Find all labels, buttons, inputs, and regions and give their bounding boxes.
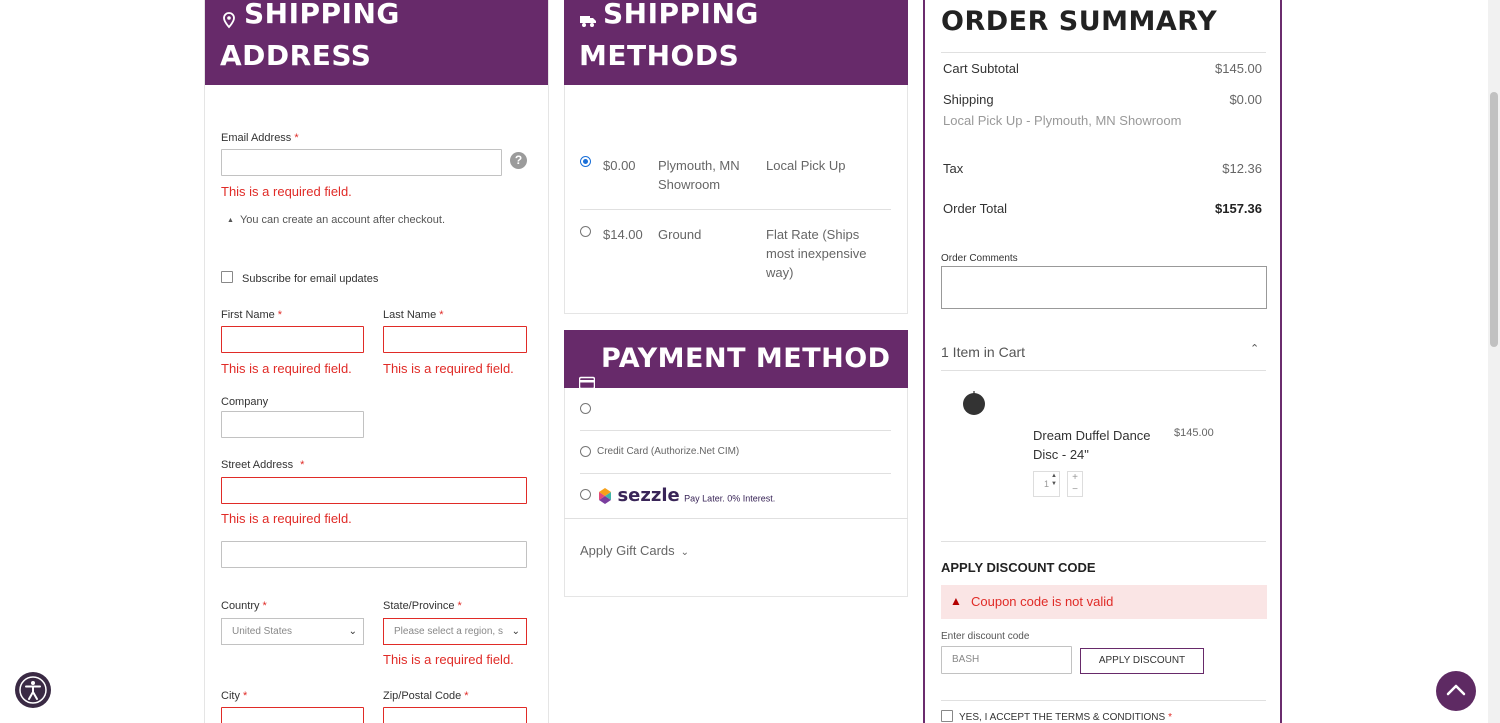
discount-title: APPLY DISCOUNT CODE: [941, 560, 1096, 575]
last-name-label: Last Name *: [383, 309, 444, 321]
last-name-field[interactable]: [383, 326, 527, 353]
quantity-stepper[interactable]: 1 ▲ ▼: [1033, 471, 1060, 497]
shipping-method-name: Plymouth, MN Showroom: [658, 158, 740, 192]
location-pin-icon: [220, 6, 238, 29]
discount-code-field[interactable]: BASH: [941, 646, 1072, 674]
warning-icon: ▲: [950, 594, 962, 608]
payment-radio-sezzle[interactable]: [580, 489, 591, 500]
shipping-methods-title-2: METHODS: [579, 39, 740, 72]
shipping-price: $14.00: [603, 227, 643, 242]
shipping-address-title-1: SHIPPING: [244, 0, 400, 30]
shipping-row: Shipping $0.00: [943, 92, 1262, 107]
divider: [580, 209, 891, 210]
shipping-address-title-2: ADDRESS: [220, 39, 372, 72]
account-hint: ▲ You can create an account after checkou…: [227, 214, 446, 226]
terms-label: YES, I ACCEPT THE TERMS & CONDITIONS *: [959, 712, 1173, 723]
divider: [580, 430, 891, 431]
state-label: State/Province *: [383, 600, 462, 612]
shipping-radio-pickup[interactable]: [580, 156, 591, 167]
state-error: This is a required field.: [383, 652, 514, 667]
street-error: This is a required field.: [221, 511, 352, 526]
state-select[interactable]: Please select a region, s ⌄: [383, 618, 527, 645]
last-name-error: This is a required field.: [383, 361, 514, 376]
shipping-radio-ground[interactable]: [580, 226, 591, 237]
divider: [941, 52, 1266, 53]
shipping-method-name: Ground: [658, 227, 702, 242]
street-label: Street Address *: [221, 459, 305, 471]
order-comments-field[interactable]: [941, 266, 1267, 309]
spinner-arrows-icon[interactable]: ▲ ▼: [1051, 472, 1057, 488]
street-line-2-field[interactable]: [221, 541, 527, 568]
shipping-price: $0.00: [603, 158, 636, 173]
subscribe-label: Subscribe for email updates: [242, 273, 379, 285]
country-select[interactable]: United States ⌄: [221, 618, 364, 645]
shipping-carrier: Flat Rate (Ships most inexpensive way): [766, 227, 867, 280]
product-thumbnail: [962, 390, 986, 421]
payment-method-title: PAYMENT METHOD: [601, 343, 891, 374]
truck-icon: [579, 6, 597, 27]
tax-row: Tax $12.36: [943, 161, 1262, 176]
first-name-field[interactable]: [221, 326, 364, 353]
zip-field[interactable]: [383, 707, 527, 723]
subscribe-checkbox[interactable]: [221, 271, 233, 283]
chevron-up-icon[interactable]: ⌃: [1250, 342, 1259, 355]
order-summary-panel: ORDER SUMMARY Cart Subtotal $145.00 Shipp…: [923, 0, 1282, 723]
divider: [564, 518, 908, 519]
divider: [941, 541, 1266, 542]
divider: [941, 370, 1266, 371]
payment-method-header: PAYMENT METHOD: [564, 330, 908, 389]
product-name: Dream Duffel Dance Disc - 24": [1033, 428, 1151, 462]
email-label: Email Address *: [221, 132, 299, 144]
order-comments-label: Order Comments: [941, 253, 1018, 264]
payment-radio-blank[interactable]: [580, 403, 591, 414]
credit-card-icon: [578, 353, 596, 389]
company-field[interactable]: [221, 411, 364, 438]
discount-error-alert: ▲ Coupon code is not valid: [941, 585, 1267, 619]
accessibility-icon: [19, 676, 47, 704]
quantity-plus-minus[interactable]: + −: [1067, 471, 1083, 497]
street-line-1-field[interactable]: [221, 477, 527, 504]
payment-radio-credit-card[interactable]: [580, 446, 591, 457]
chevron-up-icon: [1446, 684, 1466, 696]
shipping-methods-header: SHIPPING METHODS: [564, 0, 908, 85]
shipping-detail: Local Pick Up - Plymouth, MN Showroom: [943, 113, 1182, 128]
shipping-methods-panel: SHIPPING METHODS $0.00 Plymouth, MN Show…: [564, 0, 908, 597]
apply-gift-cards-toggle[interactable]: Apply Gift Cards ⌄: [580, 543, 689, 558]
shipping-methods-title-1: SHIPPING: [603, 0, 759, 30]
order-summary-title: ORDER SUMMARY: [941, 6, 1218, 37]
sezzle-icon: [599, 487, 611, 504]
email-field[interactable]: [221, 149, 502, 176]
shipping-address-panel: SHIPPING ADDRESS Email Address * ? This i…: [204, 0, 549, 723]
scroll-to-top-button[interactable]: [1436, 671, 1476, 711]
email-error: This is a required field.: [221, 184, 352, 199]
shipping-address-header: SHIPPING ADDRESS: [205, 0, 548, 85]
page-scrollbar[interactable]: [1488, 0, 1500, 723]
discount-input-label: Enter discount code: [941, 631, 1030, 642]
shipping-carrier: Local Pick Up: [766, 158, 846, 173]
city-field[interactable]: [221, 707, 364, 723]
first-name-error: This is a required field.: [221, 361, 352, 376]
accessibility-button[interactable]: [15, 672, 51, 708]
sezzle-logo: sezzle Pay Later. 0% Interest.: [597, 485, 775, 506]
divider: [941, 700, 1266, 701]
chevron-down-icon: ⌄: [680, 547, 690, 558]
help-icon[interactable]: ?: [510, 152, 527, 169]
chevron-down-icon: ⌄: [509, 619, 520, 644]
chevron-down-icon: ⌄: [348, 626, 357, 637]
cart-subtotal-row: Cart Subtotal $145.00: [943, 61, 1262, 76]
items-in-cart-toggle[interactable]: 1 Item in Cart: [941, 344, 1025, 360]
country-label: Country *: [221, 600, 267, 612]
zip-label: Zip/Postal Code *: [383, 690, 469, 702]
scrollbar-thumb[interactable]: [1490, 92, 1498, 347]
divider: [580, 473, 891, 474]
product-price: $145.00: [1174, 427, 1214, 439]
order-total-row: Order Total $157.36: [943, 201, 1262, 216]
caret-up-icon: ▲: [227, 216, 234, 224]
city-label: City *: [221, 690, 248, 702]
terms-checkbox[interactable]: [941, 710, 953, 722]
first-name-label: First Name *: [221, 309, 283, 321]
credit-card-label: Credit Card (Authorize.Net CIM): [597, 446, 740, 457]
apply-discount-button[interactable]: APPLY DISCOUNT: [1080, 648, 1204, 674]
company-label: Company: [221, 396, 269, 408]
